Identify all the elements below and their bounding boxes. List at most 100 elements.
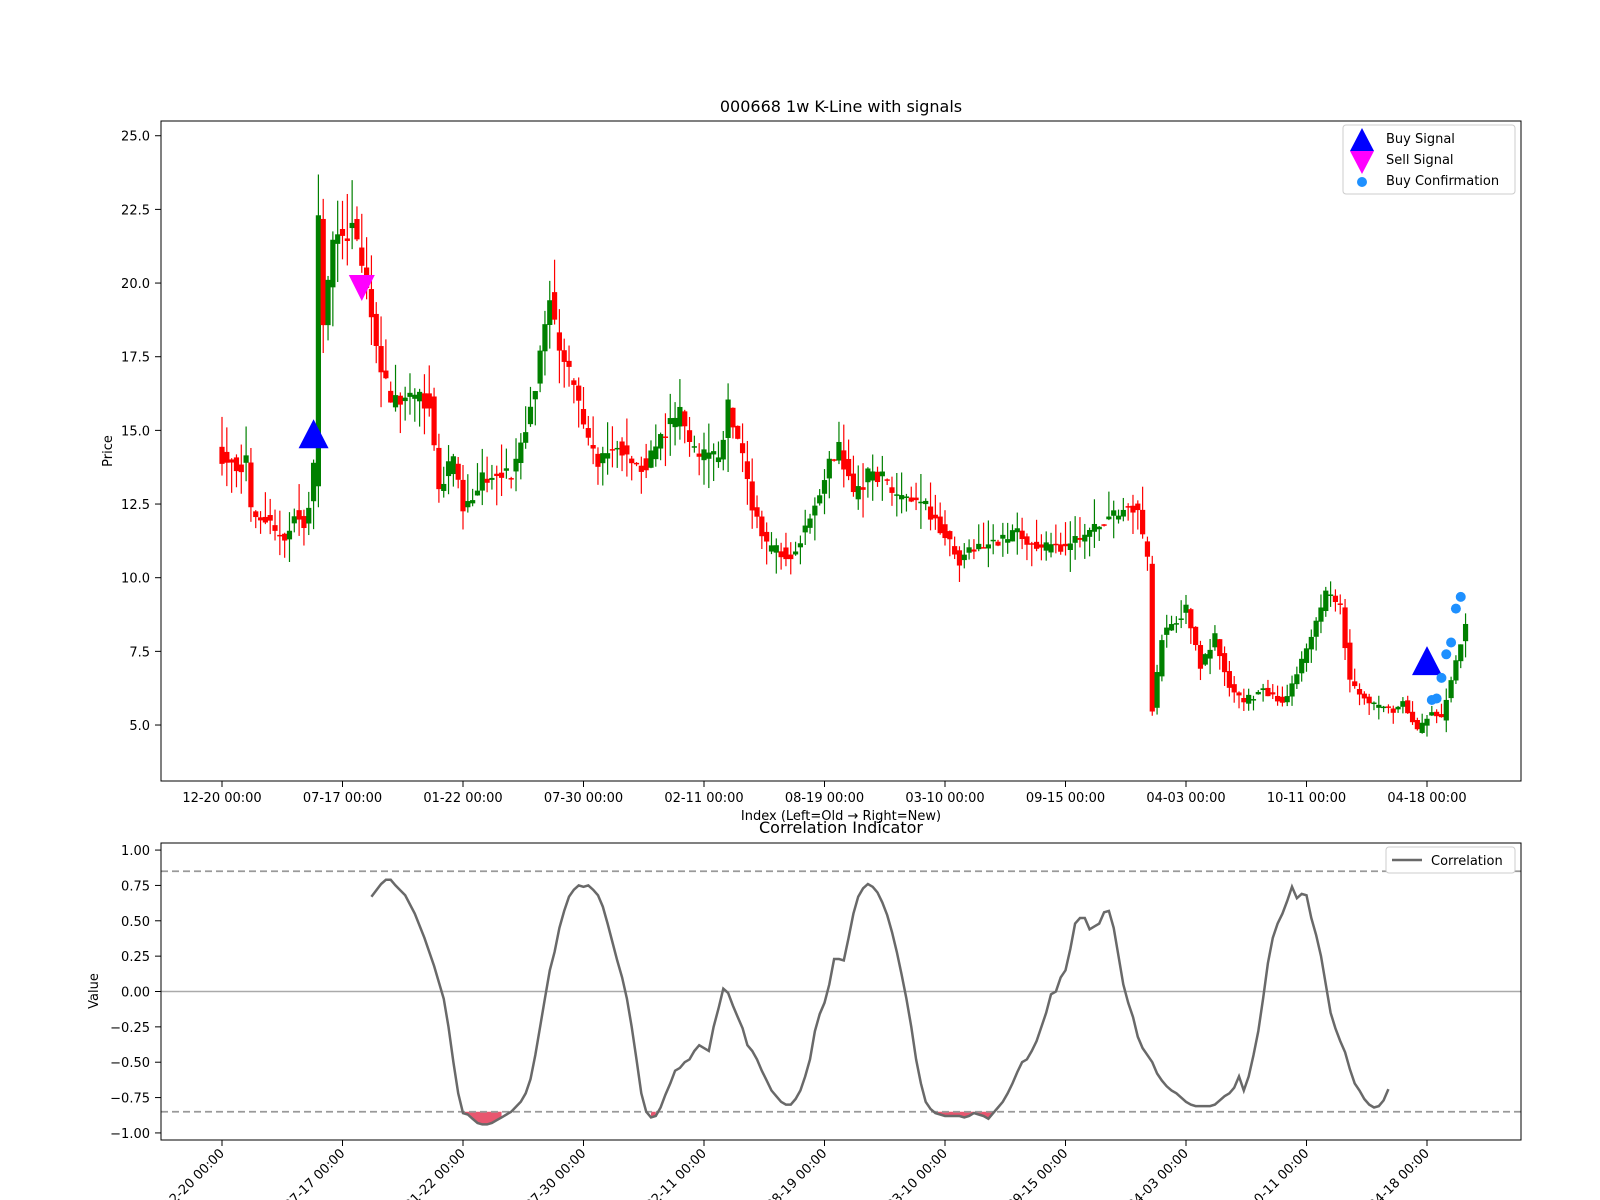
candle-body — [566, 360, 572, 367]
candle-body — [590, 445, 596, 449]
kline-ytick-label: 15.0 — [121, 424, 150, 439]
kline-xtick-label: 12-20 00:00 — [182, 791, 261, 806]
candle-body — [749, 481, 755, 511]
candle-body — [725, 399, 731, 438]
candle-body — [286, 530, 293, 540]
candle-body — [937, 516, 943, 534]
candle-body — [1308, 636, 1314, 650]
candle-body — [908, 497, 914, 502]
candle-body — [1424, 718, 1430, 726]
kline-ytick-label: 5.0 — [129, 719, 150, 734]
candle-body — [272, 525, 278, 531]
candle-body — [503, 468, 509, 471]
candle-body — [1029, 543, 1035, 545]
candle-body — [802, 525, 808, 533]
buy-confirmation-marker — [1450, 603, 1461, 614]
candle-body — [971, 549, 977, 552]
candle-body — [1405, 700, 1411, 714]
corr-ytick-label: 0.25 — [121, 950, 150, 965]
candle-body — [392, 395, 399, 408]
candle-body — [952, 546, 958, 555]
kline-xtick-label: 07-30 00:00 — [544, 791, 623, 806]
candle-body — [754, 507, 760, 517]
candle-body — [224, 451, 230, 463]
candle-body — [325, 279, 331, 326]
candle-body — [489, 477, 495, 480]
candle-body — [648, 450, 654, 468]
kline-ytick-label: 22.5 — [121, 203, 150, 218]
candle-body — [792, 551, 799, 555]
candle-body — [1265, 687, 1271, 697]
candle-body — [576, 385, 582, 401]
candle-body — [1274, 695, 1281, 702]
candle-body — [1371, 702, 1377, 705]
candle-body — [701, 449, 707, 461]
candle-body — [942, 524, 948, 539]
candle-body — [344, 238, 350, 241]
candle-body — [320, 218, 326, 326]
candle-body — [1279, 696, 1285, 703]
candle-body — [277, 534, 283, 537]
candle-body — [807, 518, 813, 528]
candle-body — [1462, 623, 1469, 642]
corr-legend: Correlation — [1385, 846, 1516, 874]
candle-body — [1250, 699, 1257, 701]
candle-body — [421, 393, 428, 409]
candle-body — [474, 490, 481, 496]
candle-body — [359, 247, 365, 266]
candle-body — [238, 464, 244, 473]
candle-body — [354, 219, 360, 240]
buy-confirmation-marker — [1436, 672, 1447, 683]
corr-xtick-label: 07-17 00:00 — [282, 1146, 349, 1200]
corr-xtick-label: 10-11 00:00 — [1246, 1146, 1313, 1200]
candle-body — [643, 458, 649, 471]
candle-body — [812, 505, 818, 516]
candle-body — [788, 554, 794, 560]
candle-body — [624, 445, 630, 455]
buy-signal-legend-label: Buy Signal — [1386, 132, 1455, 147]
candle-body — [1009, 530, 1016, 542]
candle-body — [1385, 706, 1392, 708]
candle-body — [1072, 536, 1078, 543]
kline-ytick-label: 17.5 — [121, 351, 150, 366]
candle-body — [1255, 691, 1261, 695]
candle-body — [1135, 503, 1141, 511]
candle-body — [1096, 526, 1102, 530]
candle-body — [1443, 699, 1449, 721]
candle-body — [523, 432, 529, 443]
candle-body — [436, 447, 442, 490]
candle-body — [730, 407, 736, 428]
candle-body — [1024, 536, 1030, 545]
candle-body — [715, 457, 722, 463]
corr-ytick-label: −0.50 — [110, 1056, 150, 1071]
candle-body — [537, 350, 543, 384]
candle-body — [1019, 530, 1025, 540]
corr-xtick-label: 07-30 00:00 — [523, 1146, 590, 1200]
candle-body — [846, 458, 852, 477]
candle-body — [932, 514, 938, 519]
kline-xtick-label: 04-18 00:00 — [1387, 791, 1466, 806]
candle-body — [841, 450, 847, 470]
candle-body — [609, 449, 616, 451]
candle-body — [412, 394, 418, 399]
candle-body — [580, 409, 587, 425]
candle-body — [1067, 543, 1073, 551]
candle-body — [1087, 529, 1093, 537]
kline-ytick-label: 25.0 — [121, 130, 150, 145]
corr-ytick-label: 1.00 — [121, 844, 150, 859]
candle-body — [1323, 590, 1329, 612]
candle-body — [706, 452, 712, 459]
candle-body — [1395, 706, 1401, 710]
candle-body — [310, 462, 317, 502]
corr-ytick-label: −0.25 — [110, 1021, 150, 1036]
candle-body — [884, 479, 890, 481]
candle-body — [831, 459, 837, 461]
candle-body — [739, 443, 746, 454]
candle-body — [1115, 515, 1122, 520]
candle-body — [923, 500, 929, 505]
candle-body — [629, 458, 635, 464]
candle-body — [600, 453, 606, 464]
candle-body — [686, 430, 693, 442]
candle-body — [894, 494, 900, 496]
candle-body — [551, 292, 558, 320]
